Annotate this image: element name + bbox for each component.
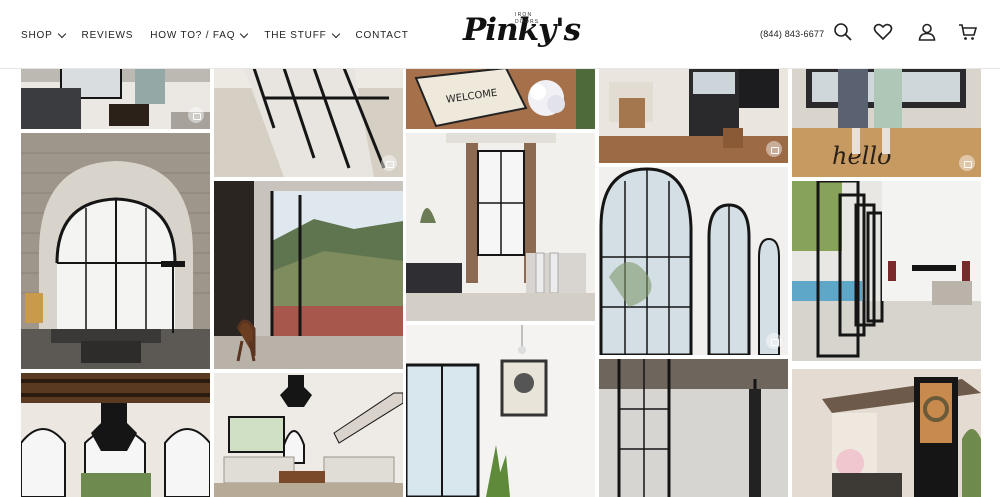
- nav-the-stuff[interactable]: THE STUFF: [264, 29, 340, 41]
- nav-shop-label: SHOP: [21, 30, 53, 41]
- gallery-tile-stair-hall[interactable]: [214, 373, 403, 497]
- phone-number[interactable]: (844) 843-6677: [760, 29, 824, 39]
- shopping-bag-icon[interactable]: [188, 107, 204, 123]
- shopping-bag-icon[interactable]: [766, 141, 782, 157]
- account-icon[interactable]: [917, 22, 937, 42]
- nav-contact[interactable]: CONTACT: [356, 30, 409, 41]
- gallery-tile-white-dining[interactable]: [406, 133, 595, 321]
- search-icon[interactable]: [833, 22, 853, 42]
- gallery-tile-stone-arch[interactable]: [21, 133, 210, 369]
- nav-reviews[interactable]: REVIEWS: [82, 30, 134, 41]
- gallery-tile-welcome-mat[interactable]: WELCOME: [406, 68, 595, 129]
- nav-the-stuff-label: THE STUFF: [264, 30, 327, 41]
- shopping-bag-icon[interactable]: [959, 155, 975, 171]
- chevron-down-icon: [240, 29, 249, 39]
- heart-icon[interactable]: [873, 22, 893, 42]
- gallery-tile-living-room[interactable]: [21, 68, 210, 129]
- chevron-down-icon: [57, 29, 66, 39]
- gallery-tile-hello-mat[interactable]: hello: [792, 68, 981, 177]
- gallery-tile-entry-bench[interactable]: [599, 68, 788, 163]
- shopping-bag-icon[interactable]: [766, 333, 782, 349]
- chevron-down-icon: [331, 29, 340, 39]
- site-header: SHOP REVIEWS HOW TO? / FAQ THE STUFF CON…: [0, 0, 1000, 69]
- gallery-tile-glass-partition[interactable]: [214, 68, 403, 177]
- nav-how-to-faq-label: HOW TO? / FAQ: [150, 30, 236, 41]
- nav-shop[interactable]: SHOP: [21, 29, 66, 41]
- gallery-tile-mountain-view-pivot[interactable]: [214, 181, 403, 369]
- logo-top-text: IRON: [515, 12, 533, 18]
- nav-how-to-faq[interactable]: HOW TO? / FAQ: [150, 29, 249, 41]
- gallery-grid: WELCOME hello: [0, 0, 1000, 497]
- logo-bottom-text: DOORS: [515, 19, 540, 25]
- gallery-tile-arched-windows[interactable]: [599, 167, 788, 355]
- gallery-tile-courtyard-steel[interactable]: [599, 359, 788, 497]
- main-nav: SHOP REVIEWS HOW TO? / FAQ THE STUFF CON…: [21, 29, 426, 41]
- gallery-tile-wood-beam-hall[interactable]: [21, 373, 210, 497]
- site-logo[interactable]: Pinky's IRON DOORS: [463, 9, 581, 53]
- gallery-tile-front-door[interactable]: [792, 369, 981, 497]
- gallery-tile-pool-pivot[interactable]: [792, 181, 981, 361]
- nav-contact-label: CONTACT: [355, 30, 409, 41]
- shopping-bag-icon[interactable]: [381, 155, 397, 171]
- gallery-tile-black-frame-entry[interactable]: [406, 325, 595, 497]
- nav-reviews-label: REVIEWS: [81, 30, 134, 41]
- cart-icon[interactable]: [958, 22, 978, 42]
